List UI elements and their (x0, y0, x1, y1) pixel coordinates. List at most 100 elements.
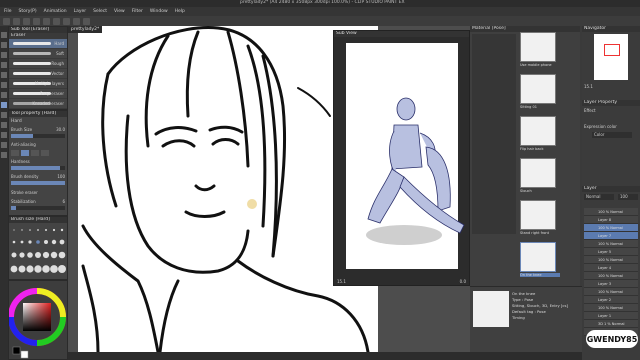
material-thumb-1[interactable] (520, 32, 556, 62)
brush-preset-100[interactable] (27, 252, 33, 258)
save-icon[interactable] (23, 17, 30, 25)
menu-filter[interactable]: Filter (132, 9, 143, 14)
brush-preset-15[interactable] (60, 228, 64, 232)
layer-row-sub[interactable]: Layer 8 (584, 216, 638, 224)
brush-preset-120[interactable] (35, 252, 41, 258)
layer-row-sub[interactable]: Layer 4 (584, 264, 638, 272)
layer-row[interactable]: 100 % Normal (584, 272, 638, 280)
material-thumb-4[interactable] (520, 158, 556, 188)
brush-density-slider[interactable] (11, 181, 65, 185)
brush-preset-80[interactable] (19, 252, 25, 258)
brush-preset-150[interactable] (42, 251, 50, 259)
layer-row[interactable]: 100 % Normal (584, 288, 638, 296)
brush-preset-500[interactable] (34, 265, 42, 273)
layer-row-3d[interactable]: 3D 1 % Normal (584, 320, 638, 328)
material-thumb-3[interactable] (520, 116, 556, 146)
layer-row-sub[interactable]: Layer 1 (584, 312, 638, 320)
pen-tool-icon[interactable] (1, 72, 7, 78)
menu-help[interactable]: Help (175, 9, 185, 14)
eraser-tool-icon[interactable] (1, 102, 7, 108)
brush-preset-8[interactable] (37, 229, 39, 231)
subtool-kneaded-eraser[interactable]: Kneaded eraser (9, 99, 67, 109)
open-icon[interactable] (13, 17, 20, 25)
pencil-tool-icon[interactable] (1, 82, 7, 88)
brush-preset-300[interactable] (18, 265, 26, 273)
layer-row[interactable]: 100 % Normal (584, 208, 638, 216)
material-label-6[interactable]: On the knee (520, 273, 560, 277)
expression-color-select[interactable]: Color (592, 132, 632, 138)
brush-preset-30[interactable] (36, 240, 40, 244)
brush-size-slider[interactable] (11, 134, 65, 138)
subtool-vector[interactable]: Vector (9, 69, 67, 79)
layer-row[interactable]: 100 % Normal (584, 304, 638, 312)
stabilization-slider[interactable] (11, 206, 65, 210)
main-color-swatch[interactable] (12, 346, 21, 355)
ruler-tool-icon[interactable] (1, 152, 7, 158)
layer-row[interactable]: 100 % Normal (584, 256, 638, 264)
brush-preset-40[interactable] (44, 240, 48, 244)
brush-preset-250[interactable] (10, 265, 18, 273)
layer-row-sub[interactable]: Layer 2 (584, 296, 638, 304)
brush-preset-12[interactable] (52, 228, 56, 232)
blend-tool-icon[interactable] (1, 112, 7, 118)
menu-view[interactable]: View (114, 9, 125, 14)
eyedropper-tool-icon[interactable] (1, 62, 7, 68)
fill-tool-icon[interactable] (1, 122, 7, 128)
layer-row-selected[interactable]: 100 % Normal (584, 224, 638, 232)
brush-preset-20[interactable] (20, 240, 24, 244)
material-label-4[interactable]: Slouch (520, 189, 560, 193)
subtool-multiple-layers[interactable]: Multiple layers (9, 79, 67, 89)
undo-icon[interactable] (33, 17, 40, 25)
material-label-1[interactable]: Use mobile phone (520, 63, 560, 67)
layer-row-sub[interactable]: Layer 5 (584, 248, 638, 256)
transform-icon[interactable] (63, 17, 70, 25)
deselect-icon[interactable] (73, 17, 80, 25)
subtool-snap-eraser[interactable]: Snap eraser (9, 89, 67, 99)
navigator-preview[interactable] (594, 34, 628, 80)
material-thumb-5[interactable] (520, 200, 556, 230)
color-wheel[interactable] (8, 281, 69, 360)
selection-tool-icon[interactable] (1, 52, 7, 58)
subtool-soft[interactable]: Soft (9, 49, 67, 59)
brush-preset-170[interactable] (50, 251, 58, 259)
brush-preset-200[interactable] (58, 251, 66, 259)
brush-preset-25[interactable] (28, 240, 32, 244)
blend-mode-select[interactable]: Normal (584, 194, 614, 200)
aa-medium-option[interactable] (31, 150, 39, 156)
redo-icon[interactable] (43, 17, 50, 25)
brush-tool-icon[interactable] (1, 92, 7, 98)
document-tab[interactable]: prettylady2* (68, 26, 103, 33)
aa-none-option[interactable] (11, 150, 19, 156)
material-thumb-2[interactable] (520, 74, 556, 104)
brush-preset-6[interactable] (21, 229, 23, 231)
menu-layer[interactable]: Layer (74, 9, 87, 14)
menu-file[interactable]: File (4, 9, 12, 14)
material-detail-timing[interactable]: Timing (512, 315, 568, 321)
menu-animation[interactable]: Animation (44, 9, 67, 14)
layer-row-sub[interactable]: Layer 3 (584, 280, 638, 288)
material-thumb-6[interactable] (520, 242, 556, 272)
text-tool-icon[interactable] (1, 142, 7, 148)
clear-icon[interactable] (53, 17, 60, 25)
material-label-3[interactable]: Flip hair back (520, 147, 560, 151)
navigator-viewport[interactable] (604, 44, 620, 56)
brush-preset-7[interactable] (29, 229, 31, 231)
brush-preset-50[interactable] (51, 239, 57, 245)
brush-preset-800[interactable] (58, 265, 66, 273)
material-label-5[interactable]: Stand right front (520, 231, 560, 235)
menu-select[interactable]: Select (93, 9, 107, 14)
brush-preset-10[interactable] (45, 229, 47, 231)
layer-row-selected-sub[interactable]: Layer 7 (584, 232, 638, 240)
brush-preset-60[interactable] (59, 239, 65, 245)
invert-selection-icon[interactable] (83, 17, 90, 25)
layer-row[interactable]: 100 % Normal (584, 240, 638, 248)
menu-window[interactable]: Window (150, 9, 168, 14)
opacity-field[interactable]: 100 (618, 194, 638, 200)
zoom-tool-icon[interactable] (1, 32, 7, 38)
brush-preset-17[interactable] (12, 240, 16, 244)
aa-strong-option[interactable] (41, 150, 49, 156)
subtool-hard[interactable]: Hard (9, 39, 67, 49)
new-icon[interactable] (3, 17, 10, 25)
brush-preset-70[interactable] (11, 252, 17, 258)
subtool-rough[interactable]: Rough (9, 59, 67, 69)
